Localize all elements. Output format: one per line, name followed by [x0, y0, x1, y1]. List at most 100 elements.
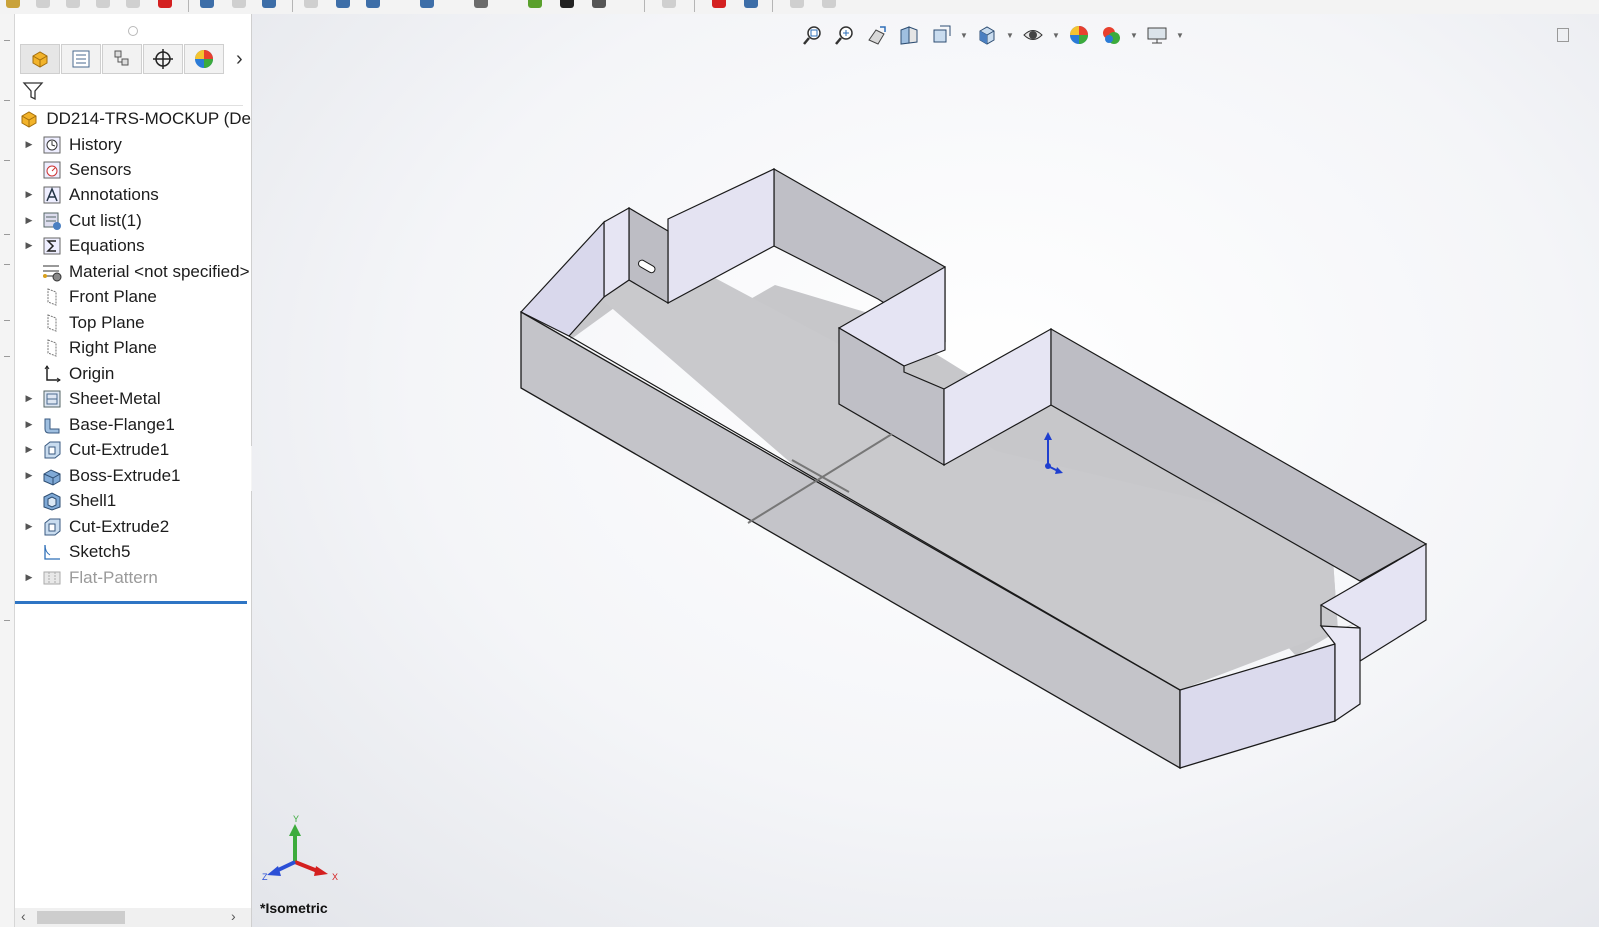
toolbar-icon[interactable] — [6, 0, 20, 8]
tree-item-right-plane[interactable]: Right Plane — [15, 335, 251, 360]
cut-extrude-icon — [41, 517, 63, 537]
dimxpert-manager-tab[interactable] — [143, 44, 183, 74]
toolbar-icon[interactable] — [96, 0, 110, 8]
tree-item-history[interactable]: ▶ History — [15, 132, 251, 157]
edge-tick — [4, 100, 10, 101]
triad-z-label: Z — [262, 872, 268, 882]
tree-item-base-flange1[interactable]: ▶ Base-Flange1 — [15, 412, 251, 437]
view-orientation-label: *Isometric — [260, 900, 328, 916]
sketch-icon — [41, 542, 63, 562]
tree-item-label: Material <not specified> — [69, 261, 250, 281]
toolbar-icon[interactable] — [262, 0, 276, 8]
panel-grip[interactable] — [128, 26, 138, 36]
tree-item-equations[interactable]: ▶ Equations — [15, 233, 251, 258]
display-manager-tab[interactable] — [184, 44, 224, 74]
toolbar-icon[interactable] — [66, 0, 80, 8]
expand-arrow-icon[interactable]: ▶ — [23, 215, 35, 226]
toolbar-icon[interactable] — [420, 0, 434, 8]
tree-item-label: Sheet-Metal — [69, 388, 161, 408]
tree-item-annotations[interactable]: ▶ Annotations — [15, 182, 251, 207]
tree-root-part[interactable]: DD214-TRS-MOCKUP (De — [15, 106, 251, 131]
toolbar-icon[interactable] — [366, 0, 380, 8]
rollback-bar[interactable] — [15, 601, 247, 604]
feature-manager-tab[interactable] — [20, 44, 60, 74]
equations-icon — [41, 236, 63, 256]
configuration-manager-tab[interactable] — [102, 44, 142, 74]
expand-arrow-icon[interactable]: ▶ — [23, 444, 35, 455]
scrollbar-thumb[interactable] — [37, 911, 125, 924]
tree-item-sketch5[interactable]: Sketch5 — [15, 539, 251, 564]
tree-item-label: Sketch5 — [69, 541, 131, 561]
tree-item-boss-extrude1[interactable]: ▶ Boss-Extrude1 — [15, 463, 251, 488]
expand-arrow-icon[interactable]: ▶ — [23, 521, 35, 532]
edge-tick — [4, 160, 10, 161]
toolbar-icon[interactable] — [560, 0, 574, 8]
toolbar-icon[interactable] — [474, 0, 488, 8]
expand-arrow-icon[interactable]: ▶ — [23, 572, 35, 583]
tree-item-label: Right Plane — [69, 337, 157, 357]
tree-item-material[interactable]: Material <not specified> — [15, 259, 251, 284]
more-tabs-chevron-icon[interactable]: › — [236, 48, 243, 71]
tree-item-cut-extrude2[interactable]: ▶ Cut-Extrude2 — [15, 514, 251, 539]
annotations-icon — [41, 185, 63, 205]
tree-item-label: Equations — [69, 235, 145, 255]
edge-tick — [4, 264, 10, 265]
tree-root-label: DD214-TRS-MOCKUP (De — [46, 108, 251, 128]
property-manager-tab[interactable] — [61, 44, 101, 74]
toolbar-separator — [188, 0, 189, 12]
tree-item-cut-extrude1[interactable]: ▶ Cut-Extrude1 — [15, 437, 251, 462]
expand-arrow-icon[interactable]: ▶ — [23, 419, 35, 430]
toolbar-icon[interactable] — [528, 0, 542, 8]
expand-arrow-icon[interactable]: ▶ — [23, 393, 35, 404]
plane-icon — [41, 287, 63, 307]
toolbar-icon[interactable] — [200, 0, 214, 8]
expand-arrow-icon[interactable]: ▶ — [23, 189, 35, 200]
shell-icon — [41, 491, 63, 511]
sheet-metal-model[interactable] — [252, 14, 1599, 927]
scroll-left-arrow-icon[interactable]: ‹ — [21, 908, 26, 924]
top-toolbar-strip — [0, 0, 1599, 15]
tree-item-origin[interactable]: Origin — [15, 361, 251, 386]
expand-arrow-icon[interactable]: ▶ — [23, 139, 35, 150]
expand-arrow-icon[interactable]: ▶ — [23, 470, 35, 481]
tree-item-label: Cut-Extrude1 — [69, 439, 170, 459]
expand-arrow-icon[interactable]: ▶ — [23, 240, 35, 251]
scroll-right-arrow-icon[interactable]: › — [231, 908, 236, 924]
cut-extrude-icon — [41, 440, 63, 460]
triad-x-label: X — [332, 872, 338, 882]
toolbar-icon[interactable] — [36, 0, 50, 8]
tree-item-front-plane[interactable]: Front Plane — [15, 284, 251, 309]
edge-tick — [4, 40, 10, 41]
toolbar-icon[interactable] — [662, 0, 676, 8]
sheet-metal-icon — [41, 389, 63, 409]
tree-item-label: Front Plane — [69, 286, 157, 306]
coordinate-triad: Y X Z — [262, 814, 338, 882]
edge-tick — [4, 356, 10, 357]
tree-item-label: History — [69, 134, 122, 154]
toolbar-icon[interactable] — [158, 0, 172, 8]
filter-icon[interactable] — [22, 80, 44, 102]
feature-manager-panel: › DD214-TRS-MOCKUP (De ▶ History Sensors… — [15, 14, 252, 927]
toolbar-icon[interactable] — [304, 0, 318, 8]
toolbar-icon[interactable] — [126, 0, 140, 8]
toolbar-icon[interactable] — [790, 0, 804, 8]
toolbar-icon[interactable] — [822, 0, 836, 8]
part-icon — [32, 51, 48, 68]
manager-tabs: › — [20, 44, 248, 74]
toolbar-icon[interactable] — [232, 0, 246, 8]
graphics-area[interactable]: ▼ ▼ ▼ ▼ ▼ Y X Z *Isometric — [252, 14, 1599, 927]
origin-icon — [41, 364, 63, 384]
toolbar-icon[interactable] — [712, 0, 726, 8]
tree-item-label: Annotations — [69, 184, 159, 204]
tree-item-top-plane[interactable]: Top Plane — [15, 310, 251, 335]
toolbar-icon[interactable] — [592, 0, 606, 8]
tree-item-sensors[interactable]: Sensors — [15, 157, 251, 182]
plane-icon — [41, 338, 63, 358]
tree-item-cut-list[interactable]: ▶ Cut list(1) — [15, 208, 251, 233]
tree-item-flat-pattern[interactable]: ▶ Flat-Pattern — [15, 565, 251, 590]
tree-item-sheet-metal[interactable]: ▶ Sheet-Metal — [15, 386, 251, 411]
toolbar-icon[interactable] — [336, 0, 350, 8]
horizontal-scrollbar[interactable]: ‹ › — [15, 908, 251, 927]
tree-item-shell1[interactable]: Shell1 — [15, 488, 251, 513]
toolbar-icon[interactable] — [744, 0, 758, 8]
